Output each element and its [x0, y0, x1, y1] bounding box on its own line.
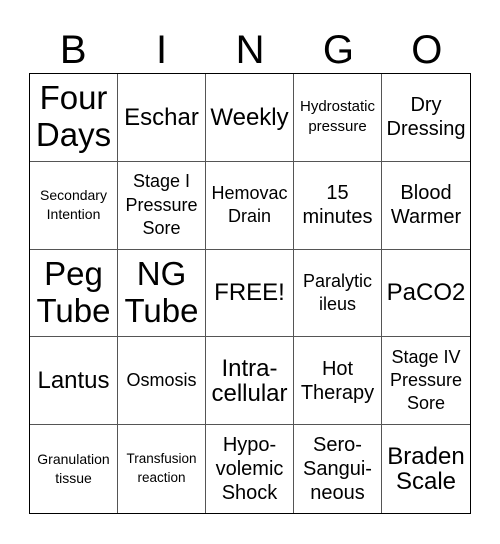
header-letter-i: I: [156, 28, 168, 72]
cell-text: FREE!: [214, 279, 285, 307]
cell-text: Hot Therapy: [300, 357, 375, 404]
bingo-cell[interactable]: Stage IV Pressure Sore: [382, 337, 470, 426]
cell-text: Osmosis: [126, 370, 197, 391]
bingo-cell[interactable]: Peg Tube: [30, 249, 118, 338]
cell-text: Intra-cellular: [211, 354, 288, 407]
bingo-cell[interactable]: Paralytic ileus: [294, 249, 382, 338]
cell-text: Dry Dressing: [386, 94, 466, 141]
cell-text: Weekly: [210, 103, 289, 131]
cell-text: Granulation tissue: [37, 451, 110, 487]
bingo-cell[interactable]: PaCO2: [382, 250, 470, 338]
bingo-cell[interactable]: Transfusion reaction: [118, 425, 206, 513]
bingo-card-grid: Four Days Eschar Weekly Hydrostatic pres…: [29, 73, 471, 514]
bingo-cell[interactable]: Dry Dressing: [382, 74, 470, 162]
cell-text: Peg Tube: [36, 255, 111, 329]
header-letter-b: B: [59, 28, 87, 72]
bingo-cell[interactable]: 15 minutes: [294, 161, 382, 250]
bingo-cell[interactable]: Hypo-volemic Shock: [206, 425, 294, 513]
cell-text: 15 minutes: [302, 182, 373, 229]
cell-text: Braden Scale: [387, 442, 465, 496]
cell-text: PaCO2: [386, 279, 466, 307]
bingo-cell[interactable]: Braden Scale: [382, 425, 470, 513]
cell-text: Paralytic ileus: [302, 270, 373, 314]
free-space-cell[interactable]: FREE!: [206, 249, 294, 338]
cell-text: Four Days: [35, 79, 112, 154]
bingo-cell[interactable]: Secondary Intention: [30, 161, 118, 250]
cell-text: Stage IV Pressure Sore: [389, 346, 463, 414]
bingo-cell[interactable]: Eschar: [118, 74, 206, 162]
header-letter-g: G: [322, 28, 354, 72]
cell-text: Eschar: [124, 103, 199, 131]
header-letter-n: N: [235, 28, 265, 72]
bingo-cell[interactable]: Lantus: [30, 337, 118, 426]
cell-text: Sero-Sangui-neous: [303, 434, 372, 505]
bingo-cell[interactable]: Hemovac Drain: [206, 161, 294, 250]
bingo-cell[interactable]: Hot Therapy: [294, 337, 382, 426]
bingo-cell[interactable]: Intra-cellular: [206, 337, 294, 426]
bingo-cell[interactable]: Blood Warmer: [382, 162, 470, 250]
bingo-cell[interactable]: Sero-Sangui-neous: [294, 425, 382, 513]
bingo-cell[interactable]: Four Days: [30, 74, 118, 162]
cell-text: Transfusion reaction: [126, 451, 197, 486]
cell-text: Secondary Intention: [40, 187, 107, 223]
bingo-cell[interactable]: Granulation tissue: [30, 425, 118, 513]
bingo-cell[interactable]: Stage I Pressure Sore: [118, 161, 206, 250]
cell-text: Hypo-volemic Shock: [215, 434, 284, 505]
bingo-header: B I N G O: [29, 26, 471, 74]
header-letter-o: O: [411, 28, 443, 72]
bingo-cell[interactable]: Osmosis: [118, 337, 206, 426]
cell-text: Hemovac Drain: [211, 182, 288, 227]
cell-text: NG Tube: [124, 255, 199, 329]
cell-text: Hydrostatic pressure: [299, 98, 376, 136]
bingo-cell[interactable]: Weekly: [206, 74, 294, 162]
cell-text: Lantus: [37, 367, 110, 395]
cell-text: Stage I Pressure Sore: [125, 171, 198, 238]
bingo-cell[interactable]: NG Tube: [118, 249, 206, 338]
cell-text: Blood Warmer: [390, 182, 462, 229]
bingo-cell[interactable]: Hydrostatic pressure: [294, 74, 382, 162]
